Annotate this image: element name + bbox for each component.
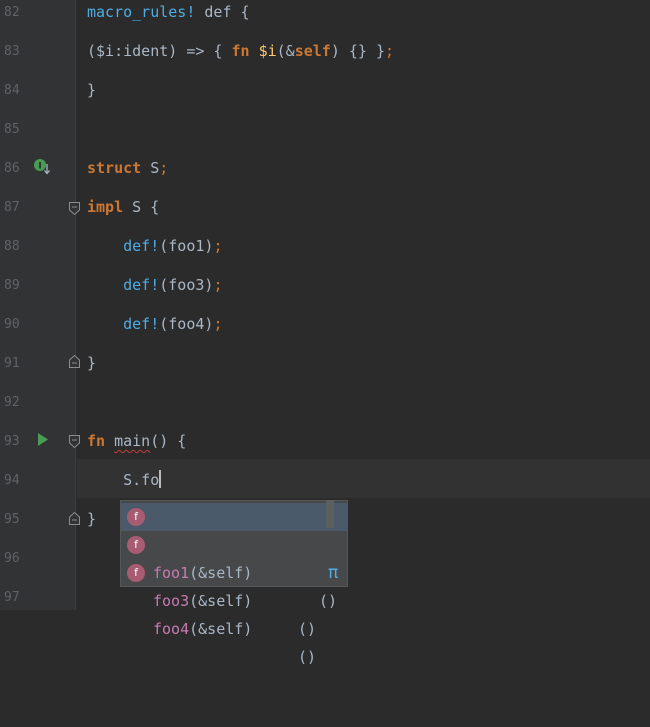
code-line[interactable]: 88 def!(foo1); <box>0 231 650 270</box>
code-token: } <box>87 354 97 372</box>
function-icon: f <box>127 536 145 554</box>
line-number: 90 <box>4 317 20 332</box>
line-number: 96 <box>4 551 20 566</box>
code-token: ($i:ident) => { <box>87 42 232 60</box>
line-number: 85 <box>4 122 20 137</box>
code-line[interactable]: 82 macro_rules! def { <box>0 0 650 36</box>
code-token: impl <box>87 198 124 216</box>
completion-item-foo1[interactable]: f foo1(&self) () <box>121 503 347 610</box>
line-number: 91 <box>4 356 20 371</box>
line-number: 93 <box>4 434 20 449</box>
line-code: def!(foo1); <box>87 236 222 256</box>
line-number: 94 <box>4 473 20 488</box>
line-code: struct S; <box>87 158 168 178</box>
line-number: 86 <box>4 161 20 176</box>
code-line[interactable]: 85 <box>0 114 650 153</box>
line-code: def!(foo3); <box>87 275 222 295</box>
code-token: main <box>114 432 151 450</box>
fold-close-icon[interactable] <box>69 512 80 525</box>
line-code: impl S { <box>87 197 159 217</box>
code-token: self <box>294 42 331 60</box>
code-line[interactable]: 92 <box>0 387 650 426</box>
code-token: () { <box>150 432 187 450</box>
line-code: def!(foo4); <box>87 314 222 334</box>
code-token: def { <box>195 3 250 21</box>
line-code: } <box>87 509 96 529</box>
completion-item-foo3[interactable]: f foo3(&self) () <box>121 531 347 638</box>
code-token: ; <box>385 42 395 60</box>
code-token: (foo4) <box>159 315 214 333</box>
code-token: } <box>87 81 97 99</box>
code-token: def! <box>123 276 160 294</box>
line-number: 87 <box>4 200 20 215</box>
code-line[interactable]: 91} <box>0 348 650 387</box>
function-icon: f <box>127 508 145 526</box>
svg-text:I: I <box>38 162 41 172</box>
code-line[interactable]: 84} <box>0 75 650 114</box>
line-number: 97 <box>4 590 20 605</box>
code-line[interactable]: 90 def!(foo4); <box>0 309 650 348</box>
completion-scrollbar[interactable] <box>326 500 334 528</box>
completion-type: () <box>319 592 338 610</box>
code-token: fn <box>87 432 106 450</box>
line-number: 88 <box>4 239 20 254</box>
code-line[interactable]: 87 impl S { <box>0 192 650 231</box>
code-line[interactable]: 89 def!(foo3); <box>0 270 650 309</box>
code-token: (& <box>276 42 295 60</box>
line-code: ($i:ident) => { fn $i(&self) {} }; <box>87 41 394 61</box>
code-token: ; <box>213 276 223 294</box>
code-token: (foo3) <box>159 276 214 294</box>
run-icon[interactable] <box>37 432 49 451</box>
code-token: ; <box>213 237 223 255</box>
code-token: S <box>141 159 160 177</box>
completion-item-foo4[interactable]: f foo4(&self) () π <box>121 559 347 666</box>
completion-type: () <box>298 648 317 666</box>
line-number: 89 <box>4 278 20 293</box>
code-token: ) {} } <box>330 42 386 60</box>
line-code: S.fo <box>87 470 162 490</box>
line-number: 92 <box>4 395 20 410</box>
line-code: macro_rules! def { <box>87 2 250 22</box>
fold-close-icon[interactable] <box>69 355 80 368</box>
line-number: 95 <box>4 512 20 527</box>
code-token: fn <box>231 42 250 60</box>
text-caret <box>159 470 162 488</box>
line-code: } <box>87 80 96 100</box>
pi-icon[interactable]: π <box>328 559 338 587</box>
code-token: } <box>87 510 97 528</box>
line-code: } <box>87 353 96 373</box>
code-token: S { <box>123 198 160 216</box>
code-token: (foo1) <box>159 237 214 255</box>
fold-open-icon[interactable] <box>69 202 80 215</box>
implemented-trait-icon[interactable]: I <box>33 158 51 180</box>
code-line[interactable]: 86 struct S; <box>0 153 650 192</box>
completion-name: foo3(&self) <box>153 592 253 610</box>
fold-open-icon[interactable] <box>69 435 80 448</box>
code-token: ; <box>213 315 223 333</box>
completion-type: () <box>298 620 317 638</box>
line-number: 82 <box>4 5 20 20</box>
code-token: def! <box>123 237 160 255</box>
line-code: fn main() { <box>87 431 186 451</box>
line-number: 83 <box>4 44 20 59</box>
line-number: 84 <box>4 83 20 98</box>
code-token: macro_rules! <box>87 3 196 21</box>
code-line[interactable]: 94 S.fo <box>0 465 650 504</box>
completion-popup[interactable]: f foo1(&self) () f foo3(&self) () f foo4… <box>120 500 348 666</box>
code-token: struct <box>87 159 142 177</box>
code-line[interactable]: 83 ($i:ident) => { fn $i(&self) {} }; <box>0 36 650 75</box>
code-token: def! <box>123 315 160 333</box>
function-icon: f <box>127 564 145 582</box>
code-token: ; <box>159 159 169 177</box>
code-line[interactable]: 93 fn main() { <box>0 426 650 465</box>
code-token: S.fo <box>87 471 160 489</box>
code-token: $i <box>258 42 277 60</box>
completion-name: foo4(&self) <box>153 620 253 638</box>
